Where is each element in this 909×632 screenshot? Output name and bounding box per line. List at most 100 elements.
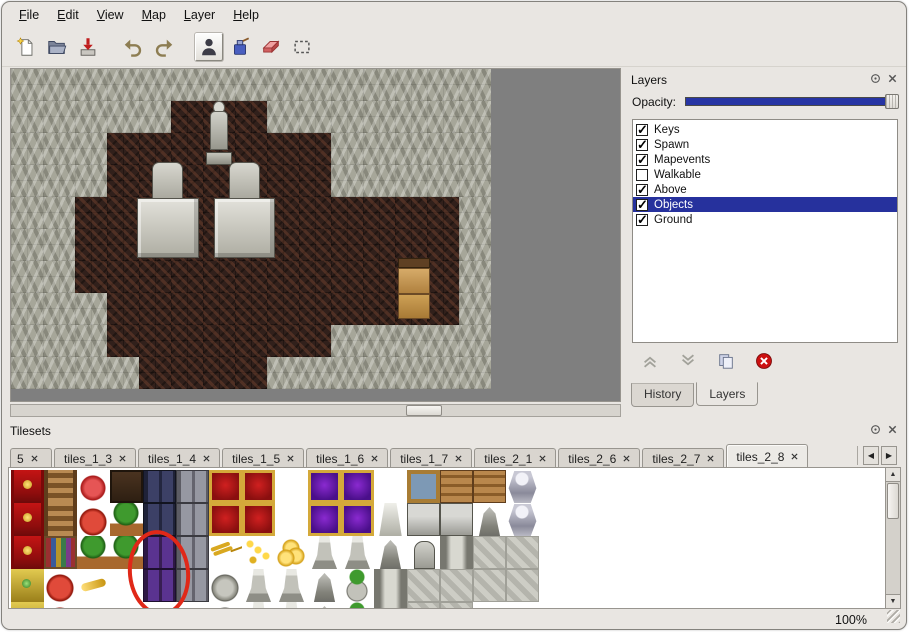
close-tab-icon[interactable] — [455, 455, 462, 462]
tileset-tile-plant[interactable] — [110, 503, 143, 536]
layer-duplicate-button[interactable] — [715, 352, 737, 374]
tileset-tile-throne-red[interactable] — [209, 470, 242, 503]
tileset-tile-door-gray[interactable] — [176, 503, 209, 536]
tileset-tab-5[interactable]: 5 — [10, 448, 52, 468]
tileset-tile-throne-red[interactable] — [209, 503, 242, 536]
tileset-tile-pot-red[interactable] — [44, 569, 77, 602]
scroll-tabs-left-button[interactable]: ◀ — [863, 446, 879, 465]
tileset-tile-armor[interactable] — [506, 503, 539, 536]
tileset-tile-stone[interactable] — [407, 602, 440, 609]
tileset-tile-door-gray[interactable] — [176, 470, 209, 503]
tileset-tile-loom[interactable] — [44, 503, 77, 536]
scroll-up-button[interactable]: ▲ — [886, 468, 900, 482]
map-canvas[interactable] — [11, 69, 491, 389]
tileset-tile-white[interactable] — [374, 470, 407, 503]
close-tab-icon[interactable] — [203, 455, 210, 462]
layer-row-keys[interactable]: Keys — [633, 122, 897, 137]
close-tab-icon[interactable] — [371, 455, 378, 462]
stamp-button[interactable] — [195, 33, 223, 61]
tileset-tile-obelisk[interactable] — [374, 503, 407, 536]
tileset-tab-tiles_2_8[interactable]: tiles_2_8 — [726, 444, 808, 468]
float-panel-button[interactable] — [868, 425, 882, 438]
tileset-tile-banner-red[interactable] — [11, 503, 44, 536]
close-tab-icon[interactable] — [31, 455, 38, 462]
tileset-tile-throne-purple[interactable] — [308, 503, 341, 536]
tileset-tile-coffin[interactable] — [440, 503, 473, 536]
tileset-tile-stone[interactable] — [473, 536, 506, 569]
tileset-tile-throne-red[interactable] — [242, 470, 275, 503]
tileset-tile-white[interactable] — [506, 602, 539, 609]
tileset-tile-stone[interactable] — [440, 569, 473, 602]
tileset-tile-banner-red[interactable] — [11, 470, 44, 503]
tileset-tile-stone[interactable] — [440, 602, 473, 609]
fill-button[interactable] — [226, 33, 254, 61]
tileset-tile-banner-red[interactable] — [11, 536, 44, 569]
opacity-slider-track[interactable] — [685, 97, 898, 106]
tileset-tile-stone[interactable] — [506, 569, 539, 602]
tileset-tab-tiles_2_1[interactable]: tiles_2_1 — [474, 448, 556, 468]
layer-visibility-checkbox[interactable] — [636, 139, 648, 151]
tileset-tile-tombstone[interactable] — [407, 536, 440, 569]
tileset-tile-stone[interactable] — [407, 569, 440, 602]
map-hscroll-thumb[interactable] — [406, 405, 442, 416]
tileset-tile-gargoyle[interactable] — [473, 503, 506, 536]
opacity-slider[interactable] — [685, 94, 898, 109]
tileset-tile-banner-gold[interactable] — [11, 569, 44, 602]
select-button[interactable] — [288, 33, 316, 61]
tileset-tile-pillar[interactable] — [374, 602, 407, 609]
layer-raise-button[interactable] — [639, 352, 661, 374]
tileset-tile-white[interactable] — [275, 470, 308, 503]
layer-row-mapevents[interactable]: Mapevents — [633, 152, 897, 167]
undo-button[interactable] — [119, 33, 147, 61]
save-button[interactable] — [74, 33, 102, 61]
tileset-tile-statue[interactable] — [308, 536, 341, 569]
menu-item-view[interactable]: View — [88, 5, 133, 25]
menu-item-layer[interactable]: Layer — [175, 5, 224, 25]
map-horizontal-scrollbar[interactable] — [10, 404, 621, 417]
close-panel-button[interactable] — [885, 425, 899, 438]
tileset-tile-bench[interactable] — [473, 470, 506, 503]
tab-history[interactable]: History — [631, 383, 694, 407]
redo-button[interactable] — [150, 33, 178, 61]
tileset-tile-cushion[interactable] — [77, 470, 110, 503]
tileset-tile-throne-purple[interactable] — [341, 503, 374, 536]
tileset-tile-horn[interactable] — [77, 569, 110, 602]
tileset-tile-statue[interactable] — [275, 569, 308, 602]
tileset-tile-loom[interactable] — [44, 470, 77, 503]
tileset-tile-pillar[interactable] — [440, 536, 473, 569]
layer-row-spawn[interactable]: Spawn — [633, 137, 897, 152]
tileset-tile-throne-purple[interactable] — [308, 470, 341, 503]
close-tab-icon[interactable] — [287, 455, 294, 462]
menu-item-map[interactable]: Map — [133, 5, 175, 25]
tileset-vscroll-thumb[interactable] — [887, 483, 899, 519]
layer-lower-button[interactable] — [677, 352, 699, 374]
tileset-tile-rock[interactable] — [209, 569, 242, 602]
layer-visibility-checkbox[interactable] — [636, 199, 648, 211]
menu-item-file[interactable]: File — [10, 5, 48, 25]
tileset-tab-tiles_2_7[interactable]: tiles_2_7 — [642, 448, 724, 468]
tileset-tile-stone[interactable] — [506, 536, 539, 569]
tileset-tile-pot-red[interactable] — [77, 503, 110, 536]
tileset-tile-white[interactable] — [275, 503, 308, 536]
tileset-tile-gargoyle[interactable] — [374, 536, 407, 569]
tileset-tile-gold[interactable] — [275, 536, 308, 569]
tileset-tile-statue[interactable] — [275, 602, 308, 609]
tileset-tile-plant[interactable] — [77, 536, 110, 569]
layer-visibility-checkbox[interactable] — [636, 124, 648, 136]
tileset-tile-pot-red[interactable] — [44, 602, 77, 609]
tileset-tile-gargoyle[interactable] — [308, 569, 341, 602]
tileset-tile-frame[interactable] — [407, 470, 440, 503]
layer-visibility-checkbox[interactable] — [636, 169, 648, 181]
layer-visibility-checkbox[interactable] — [636, 154, 648, 166]
layer-row-objects[interactable]: Objects — [633, 197, 897, 212]
scroll-tabs-right-button[interactable]: ▶ — [881, 446, 897, 465]
close-tab-icon[interactable] — [623, 455, 630, 462]
menu-item-help[interactable]: Help — [224, 5, 268, 25]
tileset-tile-white[interactable] — [473, 602, 506, 609]
layer-visibility-checkbox[interactable] — [636, 214, 648, 226]
tileset-tab-tiles_2_6[interactable]: tiles_2_6 — [558, 448, 640, 468]
tileset-tile-cabinet-dark[interactable] — [110, 470, 143, 503]
tileset-tile-statue[interactable] — [341, 536, 374, 569]
tileset-tab-tiles_1_4[interactable]: tiles_1_4 — [138, 448, 220, 468]
tileset-tile-statue[interactable] — [242, 569, 275, 602]
